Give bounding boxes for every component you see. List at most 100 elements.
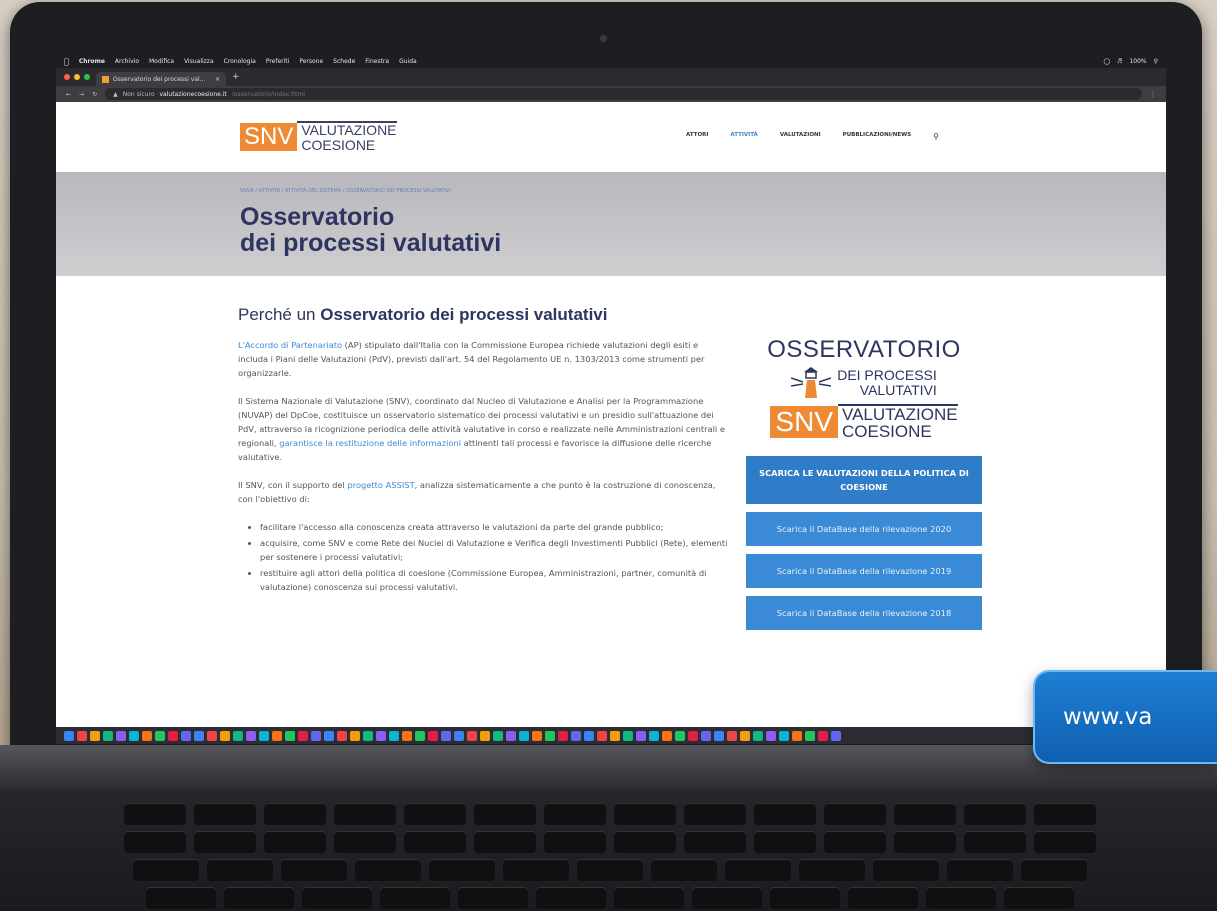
volume-icon[interactable]: ♬ <box>1117 58 1122 65</box>
close-window-icon[interactable] <box>64 74 70 80</box>
download-db-2020-button[interactable]: Scarica il DataBase della rilevazione 20… <box>746 512 982 546</box>
dock-app-icon[interactable] <box>792 730 802 741</box>
dock-app-icon[interactable] <box>298 730 308 741</box>
dock-app-icon[interactable] <box>636 730 646 741</box>
dock-app-icon[interactable] <box>103 730 113 741</box>
breadcrumb[interactable]: SNVR / ATTIVITÀ / ATTIVITÀ DEL SISTEMA /… <box>240 188 1166 194</box>
dock-app-icon[interactable] <box>519 730 529 741</box>
dock-app-icon[interactable] <box>467 730 477 741</box>
nav-item-attivita[interactable]: ATTIVITÀ <box>730 132 757 141</box>
dock-app-icon[interactable] <box>727 730 737 741</box>
dock-app-icon[interactable] <box>90 730 100 741</box>
dock-app-icon[interactable] <box>714 730 724 741</box>
reload-icon[interactable]: ↻ <box>92 91 97 98</box>
dock-app-icon[interactable] <box>623 730 633 741</box>
dock-app-icon[interactable] <box>64 730 74 741</box>
dock-app-icon[interactable] <box>675 730 685 741</box>
dock-app-icon[interactable] <box>571 730 581 741</box>
close-tab-icon[interactable]: × <box>215 76 220 83</box>
dock-app-icon[interactable] <box>688 730 698 741</box>
dock-app-icon[interactable] <box>441 730 451 741</box>
dock-app-icon[interactable] <box>610 730 620 741</box>
dock-app-icon[interactable] <box>207 730 217 741</box>
dock-app-icon[interactable] <box>285 730 295 741</box>
dock-app-icon[interactable] <box>428 730 438 741</box>
dock-app-icon[interactable] <box>532 730 542 741</box>
nav-item-pubblicazioni[interactable]: PUBBLICAZIONI/NEWS <box>843 132 911 141</box>
dock-app-icon[interactable] <box>454 730 464 741</box>
dock-app-icon[interactable] <box>701 730 711 741</box>
dock-app-icon[interactable] <box>597 730 607 741</box>
menu-item[interactable]: Persone <box>299 58 323 65</box>
menu-item[interactable]: Archivio <box>115 58 139 65</box>
site-logo[interactable]: SNV VALUTAZIONE COESIONE <box>240 121 397 153</box>
dock-app-icon[interactable] <box>272 730 282 741</box>
browser-tab[interactable]: Osservatorio dei processi val... × <box>96 72 226 86</box>
wifi-icon[interactable]: ◯ <box>1103 58 1110 65</box>
dock-app-icon[interactable] <box>506 730 516 741</box>
dock-app-icon[interactable] <box>402 730 412 741</box>
download-valutazioni-button[interactable]: SCARICA LE VALUTAZIONI DELLA POLITICA DI… <box>746 456 982 504</box>
download-db-2018-button[interactable]: Scarica il DataBase della rilevazione 20… <box>746 596 982 630</box>
menu-app[interactable]: Chrome <box>79 58 105 65</box>
dock-app-icon[interactable] <box>545 730 555 741</box>
dock-app-icon[interactable] <box>649 730 659 741</box>
menu-item[interactable]: Finestra <box>365 58 389 65</box>
menu-item[interactable]: Cronologia <box>224 58 256 65</box>
dock-app-icon[interactable] <box>480 730 490 741</box>
dock-app-icon[interactable] <box>753 730 763 741</box>
search-icon[interactable]: ⚲ <box>933 132 939 141</box>
dock-app-icon[interactable] <box>337 730 347 741</box>
dock-app-icon[interactable] <box>246 730 256 741</box>
dock-app-icon[interactable] <box>259 730 269 741</box>
dock-app-icon[interactable] <box>818 730 828 741</box>
dock-app-icon[interactable] <box>116 730 126 741</box>
new-tab-icon[interactable]: + <box>232 72 240 82</box>
menu-item[interactable]: Guida <box>399 58 417 65</box>
minimize-window-icon[interactable] <box>74 74 80 80</box>
dock-app-icon[interactable] <box>233 730 243 741</box>
menu-item[interactable]: Preferiti <box>266 58 290 65</box>
dock-app-icon[interactable] <box>389 730 399 741</box>
download-db-2019-button[interactable]: Scarica il DataBase della rilevazione 20… <box>746 554 982 588</box>
dock-app-icon[interactable] <box>493 730 503 741</box>
back-icon[interactable]: ← <box>66 91 71 98</box>
dock-app-icon[interactable] <box>155 730 165 741</box>
dock-app-icon[interactable] <box>766 730 776 741</box>
assist-link[interactable]: progetto ASSIST <box>347 480 414 490</box>
apple-icon[interactable]:  <box>64 57 69 66</box>
maximize-window-icon[interactable] <box>84 74 90 80</box>
url-field[interactable]: ▲ Non sicuro valutazionecoesione.it /oss… <box>105 88 1142 100</box>
dock-app-icon[interactable] <box>584 730 594 741</box>
dock-app-icon[interactable] <box>168 730 178 741</box>
dock-app-icon[interactable] <box>805 730 815 741</box>
dock-app-icon[interactable] <box>220 730 230 741</box>
restituzione-link[interactable]: garantisce la restituzione delle informa… <box>279 438 461 448</box>
dock-app-icon[interactable] <box>311 730 321 741</box>
dock-app-icon[interactable] <box>350 730 360 741</box>
dock-app-icon[interactable] <box>740 730 750 741</box>
accordo-link[interactable]: L'Accordo di Partenariato <box>238 340 342 350</box>
dock-app-icon[interactable] <box>662 730 672 741</box>
dock-app-icon[interactable] <box>779 730 789 741</box>
dock-app-icon[interactable] <box>181 730 191 741</box>
dock-app-icon[interactable] <box>194 730 204 741</box>
menu-item[interactable]: Visualizza <box>184 58 214 65</box>
dock-app-icon[interactable] <box>324 730 334 741</box>
battery-level[interactable]: 100% <box>1129 58 1146 65</box>
menu-item[interactable]: Modifica <box>149 58 174 65</box>
nav-item-valutazioni[interactable]: VALUTAZIONI <box>780 132 821 141</box>
dock-app-icon[interactable] <box>415 730 425 741</box>
dock-app-icon[interactable] <box>142 730 152 741</box>
dock-app-icon[interactable] <box>558 730 568 741</box>
dock-app-icon[interactable] <box>129 730 139 741</box>
forward-icon[interactable]: → <box>79 91 84 98</box>
dock-app-icon[interactable] <box>77 730 87 741</box>
menu-item[interactable]: Schede <box>333 58 355 65</box>
search-icon[interactable]: ⚲ <box>1154 58 1158 65</box>
dock-app-icon[interactable] <box>376 730 386 741</box>
nav-item-attori[interactable]: ATTORI <box>686 132 708 141</box>
menu-dots-icon[interactable]: ⋮ <box>1150 91 1156 98</box>
dock-app-icon[interactable] <box>831 730 841 741</box>
dock-app-icon[interactable] <box>363 730 373 741</box>
